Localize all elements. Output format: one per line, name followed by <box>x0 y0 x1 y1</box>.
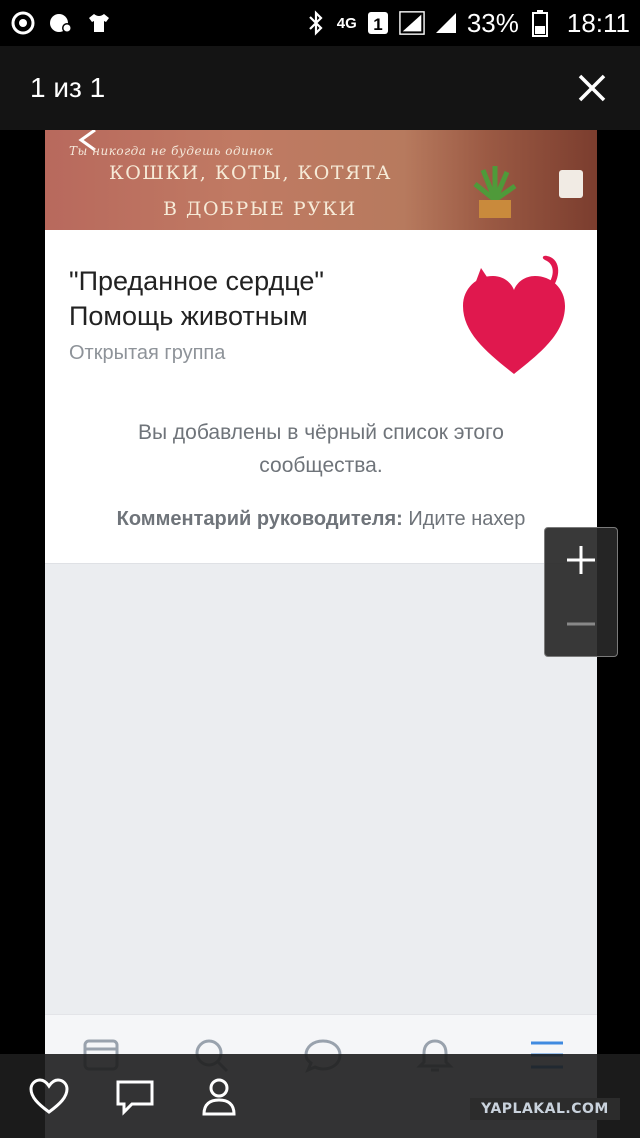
zoom-controls <box>544 527 618 657</box>
heart-cat-avatar[interactable] <box>459 254 569 378</box>
shirt-icon <box>86 10 112 36</box>
group-type: Открытая группа <box>69 342 226 364</box>
clock: 18:11 <box>566 7 630 38</box>
image-counter: 1 из 1 <box>30 72 106 103</box>
sync-icon <box>10 10 36 36</box>
network-type: 4G <box>336 14 357 32</box>
status-bar: 4G 1 33% 18:11 <box>0 0 640 46</box>
group-header-card: "Преданное сердце" Помощь животным Откры… <box>45 230 597 564</box>
zoom-in-button[interactable] <box>545 528 617 592</box>
close-icon[interactable] <box>574 70 610 106</box>
battery-percent: 33% <box>466 7 519 38</box>
cover-title-line2: В ДОБРЫЕ РУКИ <box>163 198 357 220</box>
settings-cloud-icon <box>48 10 74 36</box>
bluetooth-icon <box>303 10 329 36</box>
signal-2-icon <box>433 10 459 36</box>
admin-comment-text: Идите нахер <box>402 508 526 530</box>
minus-icon <box>567 622 595 626</box>
viewer-header: 1 из 1 <box>0 46 640 130</box>
admin-comment: Комментарий руководителя: Идите нахер <box>69 508 573 531</box>
user-icon[interactable] <box>198 1076 240 1118</box>
admin-comment-label: Комментарий руководителя: <box>116 508 403 530</box>
plus-icon <box>567 546 595 574</box>
plant-illustration <box>473 166 517 218</box>
cover-tagline: Ты никогда не будешь одинок <box>69 144 274 158</box>
screenshot-image: Ты никогда не будешь одинок КОШКИ, КОТЫ,… <box>45 130 597 1138</box>
sim-1-icon: 1 <box>365 10 391 36</box>
cover-title-line1: КОШКИ, КОТЫ, КОТЯТА <box>109 162 392 184</box>
signal-icon <box>399 10 425 36</box>
zoom-out-button[interactable] <box>545 592 617 656</box>
svg-text:1: 1 <box>373 15 382 34</box>
battery-icon <box>527 10 553 37</box>
mug-illustration <box>559 170 583 198</box>
group-cover: Ты никогда не будешь одинок КОШКИ, КОТЫ,… <box>45 130 597 230</box>
like-icon[interactable] <box>28 1076 70 1118</box>
blacklist-message: Вы добавлены в чёрный список этого сообщ… <box>137 421 504 477</box>
site-watermark: YAPLAKAL.COM <box>470 1098 620 1120</box>
group-name: "Преданное сердце" Помощь животным <box>69 266 324 331</box>
viewer-footer <box>0 1054 640 1138</box>
comment-icon[interactable] <box>114 1076 156 1118</box>
